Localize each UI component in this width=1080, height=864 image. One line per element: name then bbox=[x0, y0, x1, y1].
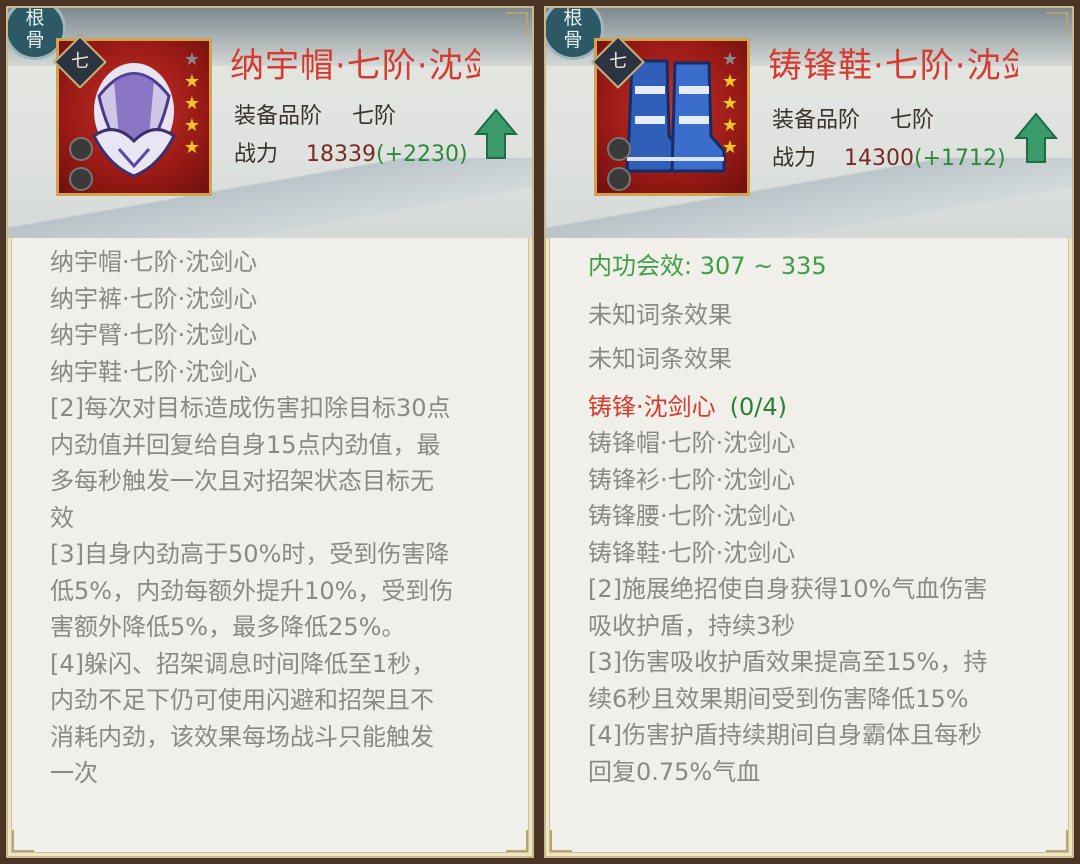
power-label: 战力 bbox=[772, 146, 817, 171]
power-value: 14300 bbox=[844, 146, 914, 171]
set-item: 纳宇帽·七阶·沈剑心 bbox=[50, 248, 258, 276]
set-name: 铸锋·沈剑心 bbox=[588, 392, 716, 421]
set-item: 铸锋衫·七阶·沈剑心 bbox=[588, 465, 796, 494]
set-effect-line: 消耗内劲，该效果每场战斗只能触发 bbox=[50, 722, 434, 751]
star-icon: ★ bbox=[183, 49, 201, 70]
grade-label: 装备品阶 bbox=[234, 104, 323, 129]
item-tooltip-left: 根骨 七 ★ ★ ★ ★ ★ 纳宇帽·七阶·沈剑心 装备品阶 七阶 战力 18339… bbox=[6, 6, 534, 858]
power-value: 18339 bbox=[306, 142, 376, 167]
upgrade-arrow-icon[interactable] bbox=[474, 108, 518, 160]
corner-ornament bbox=[506, 12, 528, 34]
gem-sockets bbox=[607, 137, 631, 197]
set-count: (0/4) bbox=[729, 392, 787, 421]
item-title: 纳宇帽·七阶·沈剑心 bbox=[230, 46, 480, 86]
item-icon-frame[interactable]: 七 ★ ★ ★ ★ ★ bbox=[53, 35, 212, 197]
set-effect-line: 效 bbox=[50, 503, 74, 532]
item-icon-frame[interactable]: 七 ★ ★ ★ ★ ★ bbox=[591, 35, 750, 197]
socket-icon bbox=[607, 167, 631, 191]
star-icon: ★ bbox=[183, 93, 201, 114]
star-icon: ★ bbox=[721, 71, 739, 92]
set-effect-line: [2]每次对目标造成伤害扣除目标30点 bbox=[50, 394, 451, 422]
corner-ornament bbox=[1046, 12, 1068, 34]
star-icon: ★ bbox=[183, 137, 201, 158]
set-effect-line: [3]自身内劲高于50%时，受到伤害降 bbox=[50, 540, 450, 568]
power-row: 战力 18339(+2230) bbox=[234, 136, 468, 168]
upgrade-arrow-icon[interactable] bbox=[1014, 112, 1058, 164]
unknown-affix: 未知词条效果 bbox=[588, 344, 732, 373]
set-effect-line: 续6秒且效果期间受到伤害降低15% bbox=[588, 684, 969, 713]
set-item: 铸锋帽·七阶·沈剑心 bbox=[588, 429, 796, 457]
set-item: 纳宇裤·七阶·沈剑心 bbox=[50, 284, 258, 313]
socket-icon bbox=[69, 167, 93, 191]
star-rating: ★ ★ ★ ★ ★ bbox=[181, 49, 203, 159]
star-icon: ★ bbox=[183, 71, 201, 92]
set-item: 铸锋鞋·七阶·沈剑心 bbox=[588, 538, 796, 567]
set-header: 铸锋·沈剑心 (0/4) bbox=[588, 389, 1050, 426]
power-bonus: (+1712) bbox=[914, 146, 1006, 171]
star-icon: ★ bbox=[721, 93, 739, 114]
grade-value: 七阶 bbox=[890, 108, 935, 133]
tier-text: 七 bbox=[71, 51, 89, 72]
item-title: 铸锋鞋·七阶·沈剑心 bbox=[768, 46, 1018, 86]
star-icon: ★ bbox=[721, 137, 739, 158]
set-effect-line: 内劲不足下仍可使用闪避和招架且不 bbox=[50, 686, 434, 714]
set-effect-line: [2]施展绝招使自身获得10%气血伤害 bbox=[588, 575, 988, 603]
grade-row: 装备品阶 七阶 bbox=[772, 102, 934, 134]
corner-ornament bbox=[12, 830, 34, 852]
set-effect-line: [4]躲闪、招架调息时间降低至1秒， bbox=[50, 649, 436, 678]
seal-text: 根骨 bbox=[563, 7, 583, 51]
set-effect-line: 内劲值并回复给自身15点内劲值，最 bbox=[50, 430, 441, 459]
set-effect-line: 一次 bbox=[50, 759, 98, 787]
item-tooltip-right: 根骨 七 ★ ★ ★ ★ ★ 铸锋鞋·七阶·沈剑心 装备品阶 七阶 bbox=[544, 6, 1074, 858]
power-row: 战力 14300(+1712) bbox=[772, 140, 1006, 172]
tier-text: 七 bbox=[609, 51, 627, 72]
socket-icon bbox=[607, 137, 631, 161]
item-description: 内功会效: 307 ~ 335 未知词条效果 未知词条效果 铸锋·沈剑心 (0/4… bbox=[588, 248, 1050, 790]
unknown-affix: 未知词条效果 bbox=[588, 300, 732, 329]
attribute-line: 内功会效: 307 ~ 335 bbox=[588, 252, 827, 280]
power-label: 战力 bbox=[234, 142, 279, 167]
set-effect-line: 回复0.75%气血 bbox=[588, 757, 761, 786]
set-effect-line: [4]伤害护盾持续期间自身霸体且每秒 bbox=[588, 721, 982, 749]
corner-ornament bbox=[550, 830, 572, 852]
set-effect-line: 低5%，内劲每额外提升10%，受到伤 bbox=[50, 576, 454, 605]
set-item: 纳宇鞋·七阶·沈剑心 bbox=[50, 357, 258, 386]
set-item: 纳宇臂·七阶·沈剑心 bbox=[50, 321, 258, 349]
gem-sockets bbox=[69, 137, 93, 197]
socket-icon bbox=[69, 137, 93, 161]
star-icon: ★ bbox=[721, 49, 739, 70]
set-effect-line: [3]伤害吸收护盾效果提高至15%，持 bbox=[588, 648, 988, 676]
power-bonus: (+2230) bbox=[376, 142, 468, 167]
set-effect-line: 吸收护盾，持续3秒 bbox=[588, 611, 796, 640]
grade-row: 装备品阶 七阶 bbox=[234, 98, 396, 130]
set-effect-line: 多每秒触发一次且对招架状态目标无 bbox=[50, 467, 434, 495]
grade-value: 七阶 bbox=[352, 104, 397, 129]
seal-text: 根骨 bbox=[25, 7, 45, 51]
item-description: 纳宇帽·七阶·沈剑心 纳宇裤·七阶·沈剑心 纳宇臂·七阶·沈剑心 纳宇鞋·七阶·… bbox=[50, 244, 510, 792]
corner-ornament bbox=[506, 830, 528, 852]
set-effect-line: 害额外降低5%，最多降低25%。 bbox=[50, 613, 406, 641]
star-rating: ★ ★ ★ ★ ★ bbox=[719, 49, 741, 159]
star-icon: ★ bbox=[183, 115, 201, 136]
set-item: 铸锋腰·七阶·沈剑心 bbox=[588, 502, 796, 530]
corner-ornament bbox=[1046, 830, 1068, 852]
grade-label: 装备品阶 bbox=[772, 108, 861, 133]
star-icon: ★ bbox=[721, 115, 739, 136]
